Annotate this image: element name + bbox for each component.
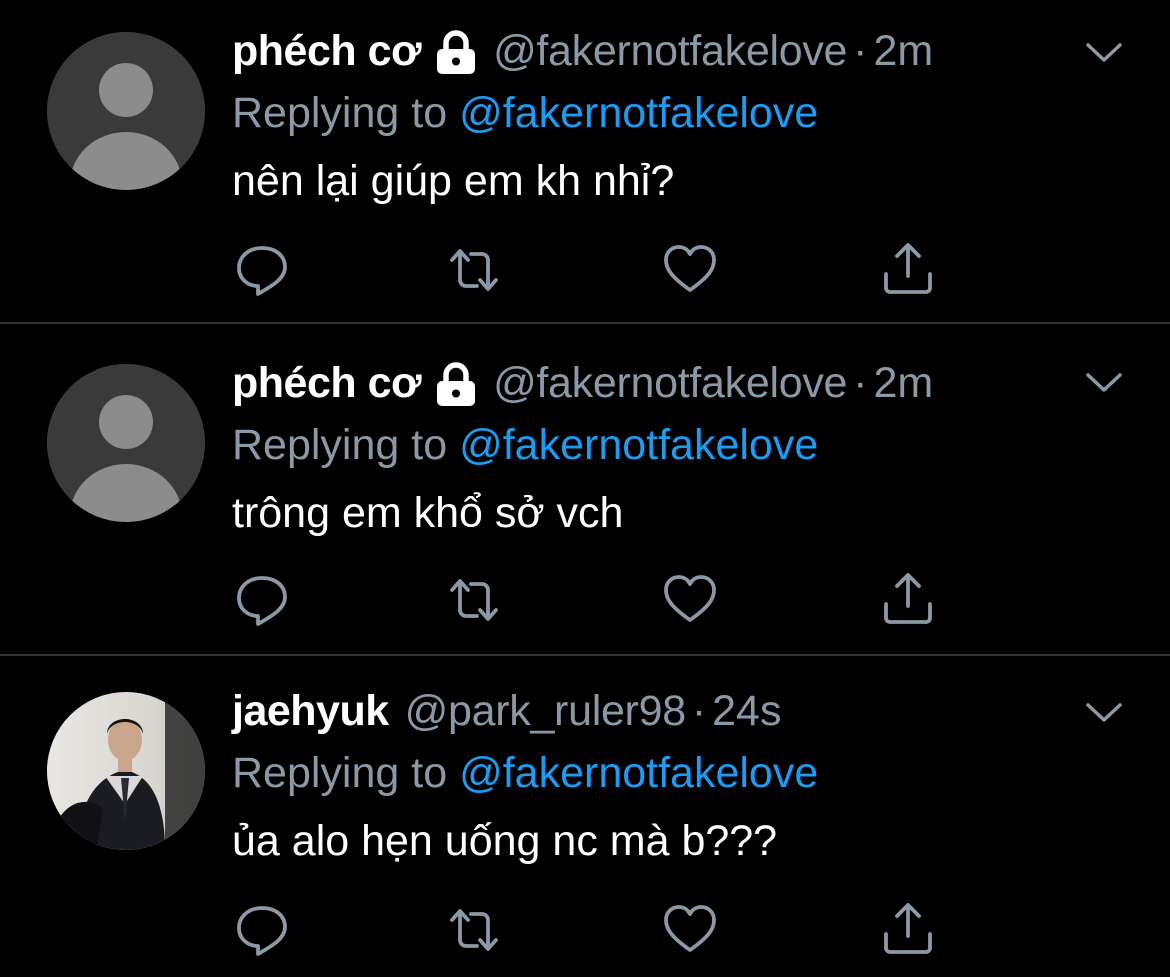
avatar[interactable] — [47, 364, 205, 522]
tweet-content: jaehyuk @park_ruler98 · 24s Replying to … — [232, 680, 1170, 878]
tweet-actions — [232, 570, 952, 630]
user-handle[interactable]: @park_ruler98 — [405, 687, 686, 736]
tweet[interactable]: jaehyuk @park_ruler98 · 24s Replying to … — [0, 656, 1170, 977]
retweet-icon[interactable] — [444, 570, 504, 630]
like-icon[interactable] — [660, 240, 720, 300]
tweet-content: phéch cơ @fakernotfakelove · 2m Replying… — [232, 20, 1170, 218]
tweet-actions — [232, 900, 952, 960]
chevron-down-icon[interactable] — [1084, 32, 1124, 72]
tweet-content: phéch cơ @fakernotfakelove · 2m Replying… — [232, 352, 1170, 550]
display-name[interactable]: phéch cơ — [232, 27, 422, 76]
display-name[interactable]: phéch cơ — [232, 359, 422, 408]
reply-icon[interactable] — [232, 900, 292, 960]
tweet-text: trông em khổ sở vch — [232, 489, 624, 537]
replying-to: Replying to @fakernotfakelove — [232, 82, 1170, 144]
user-handle[interactable]: @fakernotfakelove — [493, 359, 847, 408]
timestamp[interactable]: 2m — [873, 27, 933, 76]
tweet[interactable]: phéch cơ @fakernotfakelove · 2m Replying… — [0, 324, 1170, 654]
retweet-icon[interactable] — [444, 240, 504, 300]
reply-icon[interactable] — [232, 240, 292, 300]
chevron-down-icon[interactable] — [1084, 692, 1124, 732]
share-icon[interactable] — [878, 240, 938, 300]
lock-icon — [435, 362, 477, 408]
timestamp[interactable]: 2m — [873, 359, 933, 408]
user-handle[interactable]: @fakernotfakelove — [493, 27, 847, 76]
replying-to-link[interactable]: @fakernotfakelove — [459, 749, 818, 797]
retweet-icon[interactable] — [444, 900, 504, 960]
replying-to-link[interactable]: @fakernotfakelove — [459, 89, 818, 137]
share-icon[interactable] — [878, 570, 938, 630]
display-name[interactable]: jaehyuk — [232, 687, 389, 736]
tweet-actions — [232, 240, 952, 300]
tweet-header: phéch cơ @fakernotfakelove · 2m — [232, 352, 1170, 414]
replying-to-link[interactable]: @fakernotfakelove — [459, 421, 818, 469]
replying-to: Replying to @fakernotfakelove — [232, 414, 1170, 476]
avatar[interactable] — [47, 692, 205, 850]
separator-dot: · — [691, 686, 707, 735]
replying-to-label: Replying to — [232, 749, 460, 797]
separator-dot: · — [853, 26, 868, 75]
replying-to-label: Replying to — [232, 89, 460, 137]
share-icon[interactable] — [878, 900, 938, 960]
reply-feed: phéch cơ @fakernotfakelove · 2m Replying… — [0, 0, 1170, 977]
tweet-header: jaehyuk @park_ruler98 · 24s — [232, 680, 1170, 742]
chevron-down-icon[interactable] — [1084, 362, 1124, 402]
separator-dot: · — [853, 358, 868, 407]
tweet-text: nên lại giúp em kh nhỉ? — [232, 157, 675, 205]
reply-icon[interactable] — [232, 570, 292, 630]
tweet[interactable]: phéch cơ @fakernotfakelove · 2m Replying… — [0, 0, 1170, 322]
like-icon[interactable] — [660, 900, 720, 960]
tweet-text: ủa alo hẹn uống nc mà b??? — [232, 817, 778, 865]
avatar[interactable] — [47, 32, 205, 190]
like-icon[interactable] — [660, 570, 720, 630]
tweet-header: phéch cơ @fakernotfakelove · 2m — [232, 20, 1170, 82]
lock-icon — [435, 30, 477, 76]
replying-to-label: Replying to — [232, 421, 460, 469]
replying-to: Replying to @fakernotfakelove — [232, 742, 1170, 804]
timestamp[interactable]: 24s — [712, 687, 781, 736]
